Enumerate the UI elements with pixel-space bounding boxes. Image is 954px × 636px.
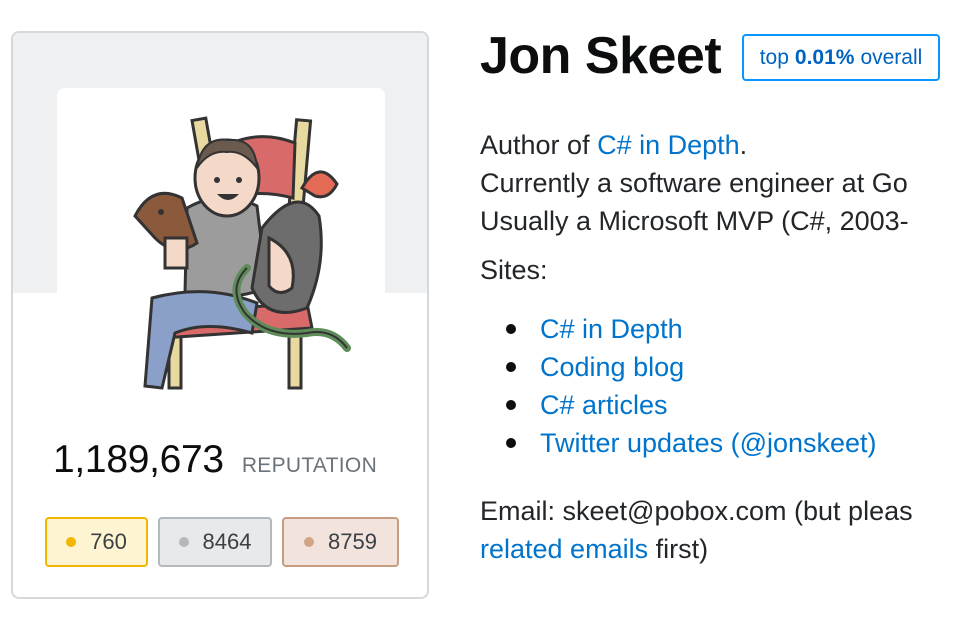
reputation-label: REPUTATION — [241, 454, 378, 477]
bullet-icon — [506, 400, 516, 410]
list-item: C# articles — [506, 386, 877, 424]
about-me: Author of C# in Depth. Currently a softw… — [480, 126, 909, 240]
email-section: Email: skeet@pobox.com (but pleas relate… — [480, 492, 913, 568]
site-link-coding-blog[interactable]: Coding blog — [540, 348, 684, 386]
bio-line-3: Usually a Microsoft MVP (C#, 2003- — [480, 206, 909, 236]
bronze-badge-icon — [304, 537, 315, 547]
rank-badge[interactable]: top 0.01% overall — [742, 34, 940, 81]
reputation-row: 1,189,673 REPUTATION — [53, 438, 377, 482]
list-item: Twitter updates (@jonskeet) — [506, 424, 877, 462]
bronze-badge-count: 8759 — [328, 529, 377, 554]
cartoon-avatar-icon — [133, 116, 351, 390]
profile-name: Jon Skeet — [480, 27, 722, 85]
gold-badge-count: 760 — [90, 529, 127, 554]
silver-badge-count: 8464 — [202, 529, 252, 554]
bio-line-1: Author of C# in Depth. — [480, 126, 909, 164]
bio-text: . — [739, 130, 748, 160]
site-link-csharp-in-depth[interactable]: C# in Depth — [540, 310, 683, 348]
related-emails-link[interactable]: related emails — [480, 534, 648, 564]
bio-line-2: Currently a software engineer at Go — [480, 168, 908, 198]
site-link-csharp-articles[interactable]: C# articles — [540, 386, 668, 424]
list-item: C# in Depth — [506, 310, 877, 348]
gold-badge-button[interactable]: 760 — [45, 517, 148, 567]
email-suffix: first) — [648, 534, 709, 564]
rank-value: 0.01% — [794, 45, 855, 69]
silver-badge-icon — [178, 537, 189, 547]
rank-suffix: overall — [860, 45, 923, 69]
list-item: Coding blog — [506, 348, 877, 386]
sites-label: Sites: — [480, 255, 548, 285]
reputation-value: 1,189,673 — [53, 438, 224, 481]
bullet-icon — [506, 438, 516, 448]
csharp-in-depth-link[interactable]: C# in Depth — [597, 130, 740, 160]
profile-card: 1,189,673 REPUTATION 760 8464 8759 — [11, 31, 429, 599]
bronze-badge-button[interactable]: 8759 — [282, 517, 399, 567]
rank-prefix: top — [759, 45, 789, 69]
email-line-2: related emails first) — [480, 530, 913, 568]
silver-badge-button[interactable]: 8464 — [158, 517, 272, 567]
avatar[interactable] — [57, 88, 385, 418]
bullet-icon — [506, 362, 516, 372]
site-link-twitter[interactable]: Twitter updates (@jonskeet) — [540, 424, 877, 462]
bullet-icon — [506, 324, 516, 334]
email-line: Email: skeet@pobox.com (but pleas — [480, 496, 913, 526]
gold-badge-icon — [66, 537, 77, 547]
sites-list: C# in Depth Coding blog C# articles Twit… — [506, 310, 877, 462]
bio-text: Author of — [480, 130, 598, 160]
badge-counts: 760 8464 8759 — [45, 517, 399, 567]
